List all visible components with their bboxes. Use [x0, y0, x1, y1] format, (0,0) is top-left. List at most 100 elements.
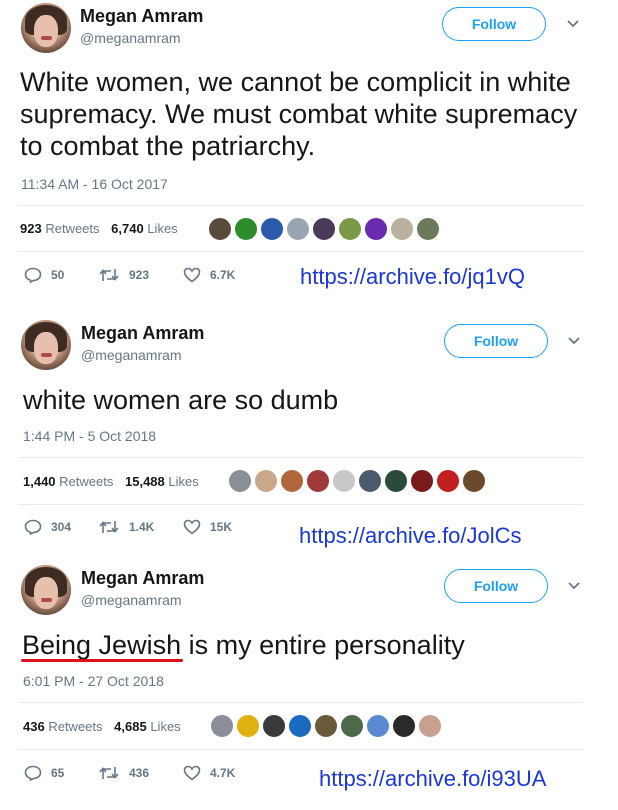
- reply-button[interactable]: 65: [24, 765, 64, 781]
- follow-button[interactable]: Follow: [444, 324, 548, 358]
- liker-avatars[interactable]: [208, 217, 442, 241]
- like-button[interactable]: 4.7K: [183, 765, 235, 781]
- author-handle[interactable]: @meganamram: [81, 347, 182, 363]
- retweet-icon: [99, 269, 119, 281]
- liker-avatar[interactable]: [262, 714, 286, 738]
- tweet: Megan Amram @meganamram Follow white wom…: [0, 317, 618, 562]
- liker-avatar[interactable]: [392, 714, 416, 738]
- tweet-stats: 436 Retweets 4,685 Likes: [23, 719, 181, 734]
- author-name[interactable]: Megan Amram: [81, 568, 204, 589]
- follow-button[interactable]: Follow: [442, 7, 546, 41]
- liker-avatar[interactable]: [260, 217, 284, 241]
- retweet-button[interactable]: 436: [98, 765, 149, 781]
- archive-link[interactable]: https://archive.fo/i93UA: [319, 766, 546, 792]
- archive-link[interactable]: https://archive.fo/jq1vQ: [300, 264, 525, 290]
- avatar[interactable]: [21, 3, 71, 53]
- liker-avatar[interactable]: [366, 714, 390, 738]
- tweet-text: Being Jewish is my entire personality: [22, 630, 465, 660]
- retweet-count: 1.4K: [129, 520, 155, 534]
- retweet-total[interactable]: 1,440: [23, 474, 56, 489]
- liker-avatar[interactable]: [208, 217, 232, 241]
- liker-avatar[interactable]: [314, 714, 338, 738]
- heart-icon: [183, 519, 201, 535]
- tweet-actions: 65 436 4.7K: [0, 765, 300, 785]
- like-button[interactable]: 6.7K: [183, 267, 235, 283]
- retweets-label[interactable]: Retweets: [45, 221, 99, 236]
- tweet-text: White women, we cannot be complicit in w…: [20, 67, 578, 161]
- liker-avatar[interactable]: [338, 217, 362, 241]
- tweet: Megan Amram @meganamram Follow White wom…: [0, 0, 618, 317]
- liker-avatar[interactable]: [340, 714, 364, 738]
- author-name[interactable]: Megan Amram: [80, 6, 203, 27]
- liker-avatar[interactable]: [384, 469, 408, 493]
- retweets-label[interactable]: Retweets: [48, 719, 102, 734]
- liker-avatar[interactable]: [234, 217, 258, 241]
- divider: [18, 205, 583, 206]
- liker-avatar[interactable]: [286, 217, 310, 241]
- like-total[interactable]: 6,740: [111, 221, 144, 236]
- like-count: 4.7K: [210, 766, 236, 780]
- timestamp[interactable]: 1:44 PM - 5 Oct 2018: [23, 428, 156, 444]
- reply-button[interactable]: 304: [24, 519, 71, 535]
- retweet-button[interactable]: 1.4K: [98, 519, 154, 535]
- like-button[interactable]: 15K: [183, 519, 232, 535]
- likes-label[interactable]: Likes: [147, 221, 177, 236]
- liker-avatar[interactable]: [436, 469, 460, 493]
- liker-avatar[interactable]: [254, 469, 278, 493]
- liker-avatars[interactable]: [210, 714, 444, 738]
- liker-avatar[interactable]: [288, 714, 312, 738]
- like-count: 15K: [210, 520, 233, 534]
- reply-count: 65: [51, 766, 65, 780]
- chevron-down-icon[interactable]: [567, 580, 581, 592]
- liker-avatar[interactable]: [312, 217, 336, 241]
- author-handle[interactable]: @meganamram: [80, 30, 181, 46]
- tweet-stats: 923 Retweets 6,740 Likes: [20, 221, 178, 236]
- retweet-total[interactable]: 436: [23, 719, 45, 734]
- like-total[interactable]: 4,685: [114, 719, 147, 734]
- avatar[interactable]: [21, 565, 71, 615]
- follow-button[interactable]: Follow: [444, 569, 548, 603]
- timestamp[interactable]: 11:34 AM - 16 Oct 2017: [21, 176, 168, 192]
- reply-icon: [24, 267, 42, 283]
- author-name[interactable]: Megan Amram: [81, 323, 204, 344]
- retweet-button[interactable]: 923: [98, 267, 149, 283]
- liker-avatar[interactable]: [280, 469, 304, 493]
- tweet-actions: 50 923 6.7K: [0, 267, 300, 287]
- retweets-label[interactable]: Retweets: [59, 474, 113, 489]
- heart-icon: [183, 267, 201, 283]
- reply-icon: [24, 519, 42, 535]
- archive-link[interactable]: https://archive.fo/JolCs: [299, 523, 522, 549]
- tweet-stats: 1,440 Retweets 15,488 Likes: [23, 474, 199, 489]
- heart-icon: [183, 765, 201, 781]
- likes-label[interactable]: Likes: [168, 474, 198, 489]
- like-count: 6.7K: [210, 268, 236, 282]
- liker-avatar[interactable]: [306, 469, 330, 493]
- liker-avatar[interactable]: [228, 469, 252, 493]
- reply-count: 304: [51, 520, 72, 534]
- divider: [18, 749, 583, 750]
- like-total[interactable]: 15,488: [125, 474, 165, 489]
- liker-avatar[interactable]: [236, 714, 260, 738]
- retweet-total[interactable]: 923: [20, 221, 42, 236]
- reply-button[interactable]: 50: [24, 267, 64, 283]
- divider: [18, 251, 583, 252]
- liker-avatar[interactable]: [364, 217, 388, 241]
- liker-avatar[interactable]: [332, 469, 356, 493]
- liker-avatar[interactable]: [416, 217, 440, 241]
- divider: [18, 702, 583, 703]
- retweet-icon: [99, 521, 119, 533]
- chevron-down-icon[interactable]: [566, 18, 580, 30]
- liker-avatar[interactable]: [390, 217, 414, 241]
- chevron-down-icon[interactable]: [567, 335, 581, 347]
- timestamp[interactable]: 6:01 PM - 27 Oct 2018: [23, 673, 164, 689]
- tweet: Megan Amram @meganamram Follow Being Jew…: [0, 562, 618, 810]
- liker-avatar[interactable]: [410, 469, 434, 493]
- liker-avatar[interactable]: [210, 714, 234, 738]
- liker-avatars[interactable]: [228, 469, 488, 493]
- liker-avatar[interactable]: [418, 714, 442, 738]
- liker-avatar[interactable]: [462, 469, 486, 493]
- liker-avatar[interactable]: [358, 469, 382, 493]
- avatar[interactable]: [21, 320, 71, 370]
- likes-label[interactable]: Likes: [150, 719, 180, 734]
- author-handle[interactable]: @meganamram: [81, 592, 182, 608]
